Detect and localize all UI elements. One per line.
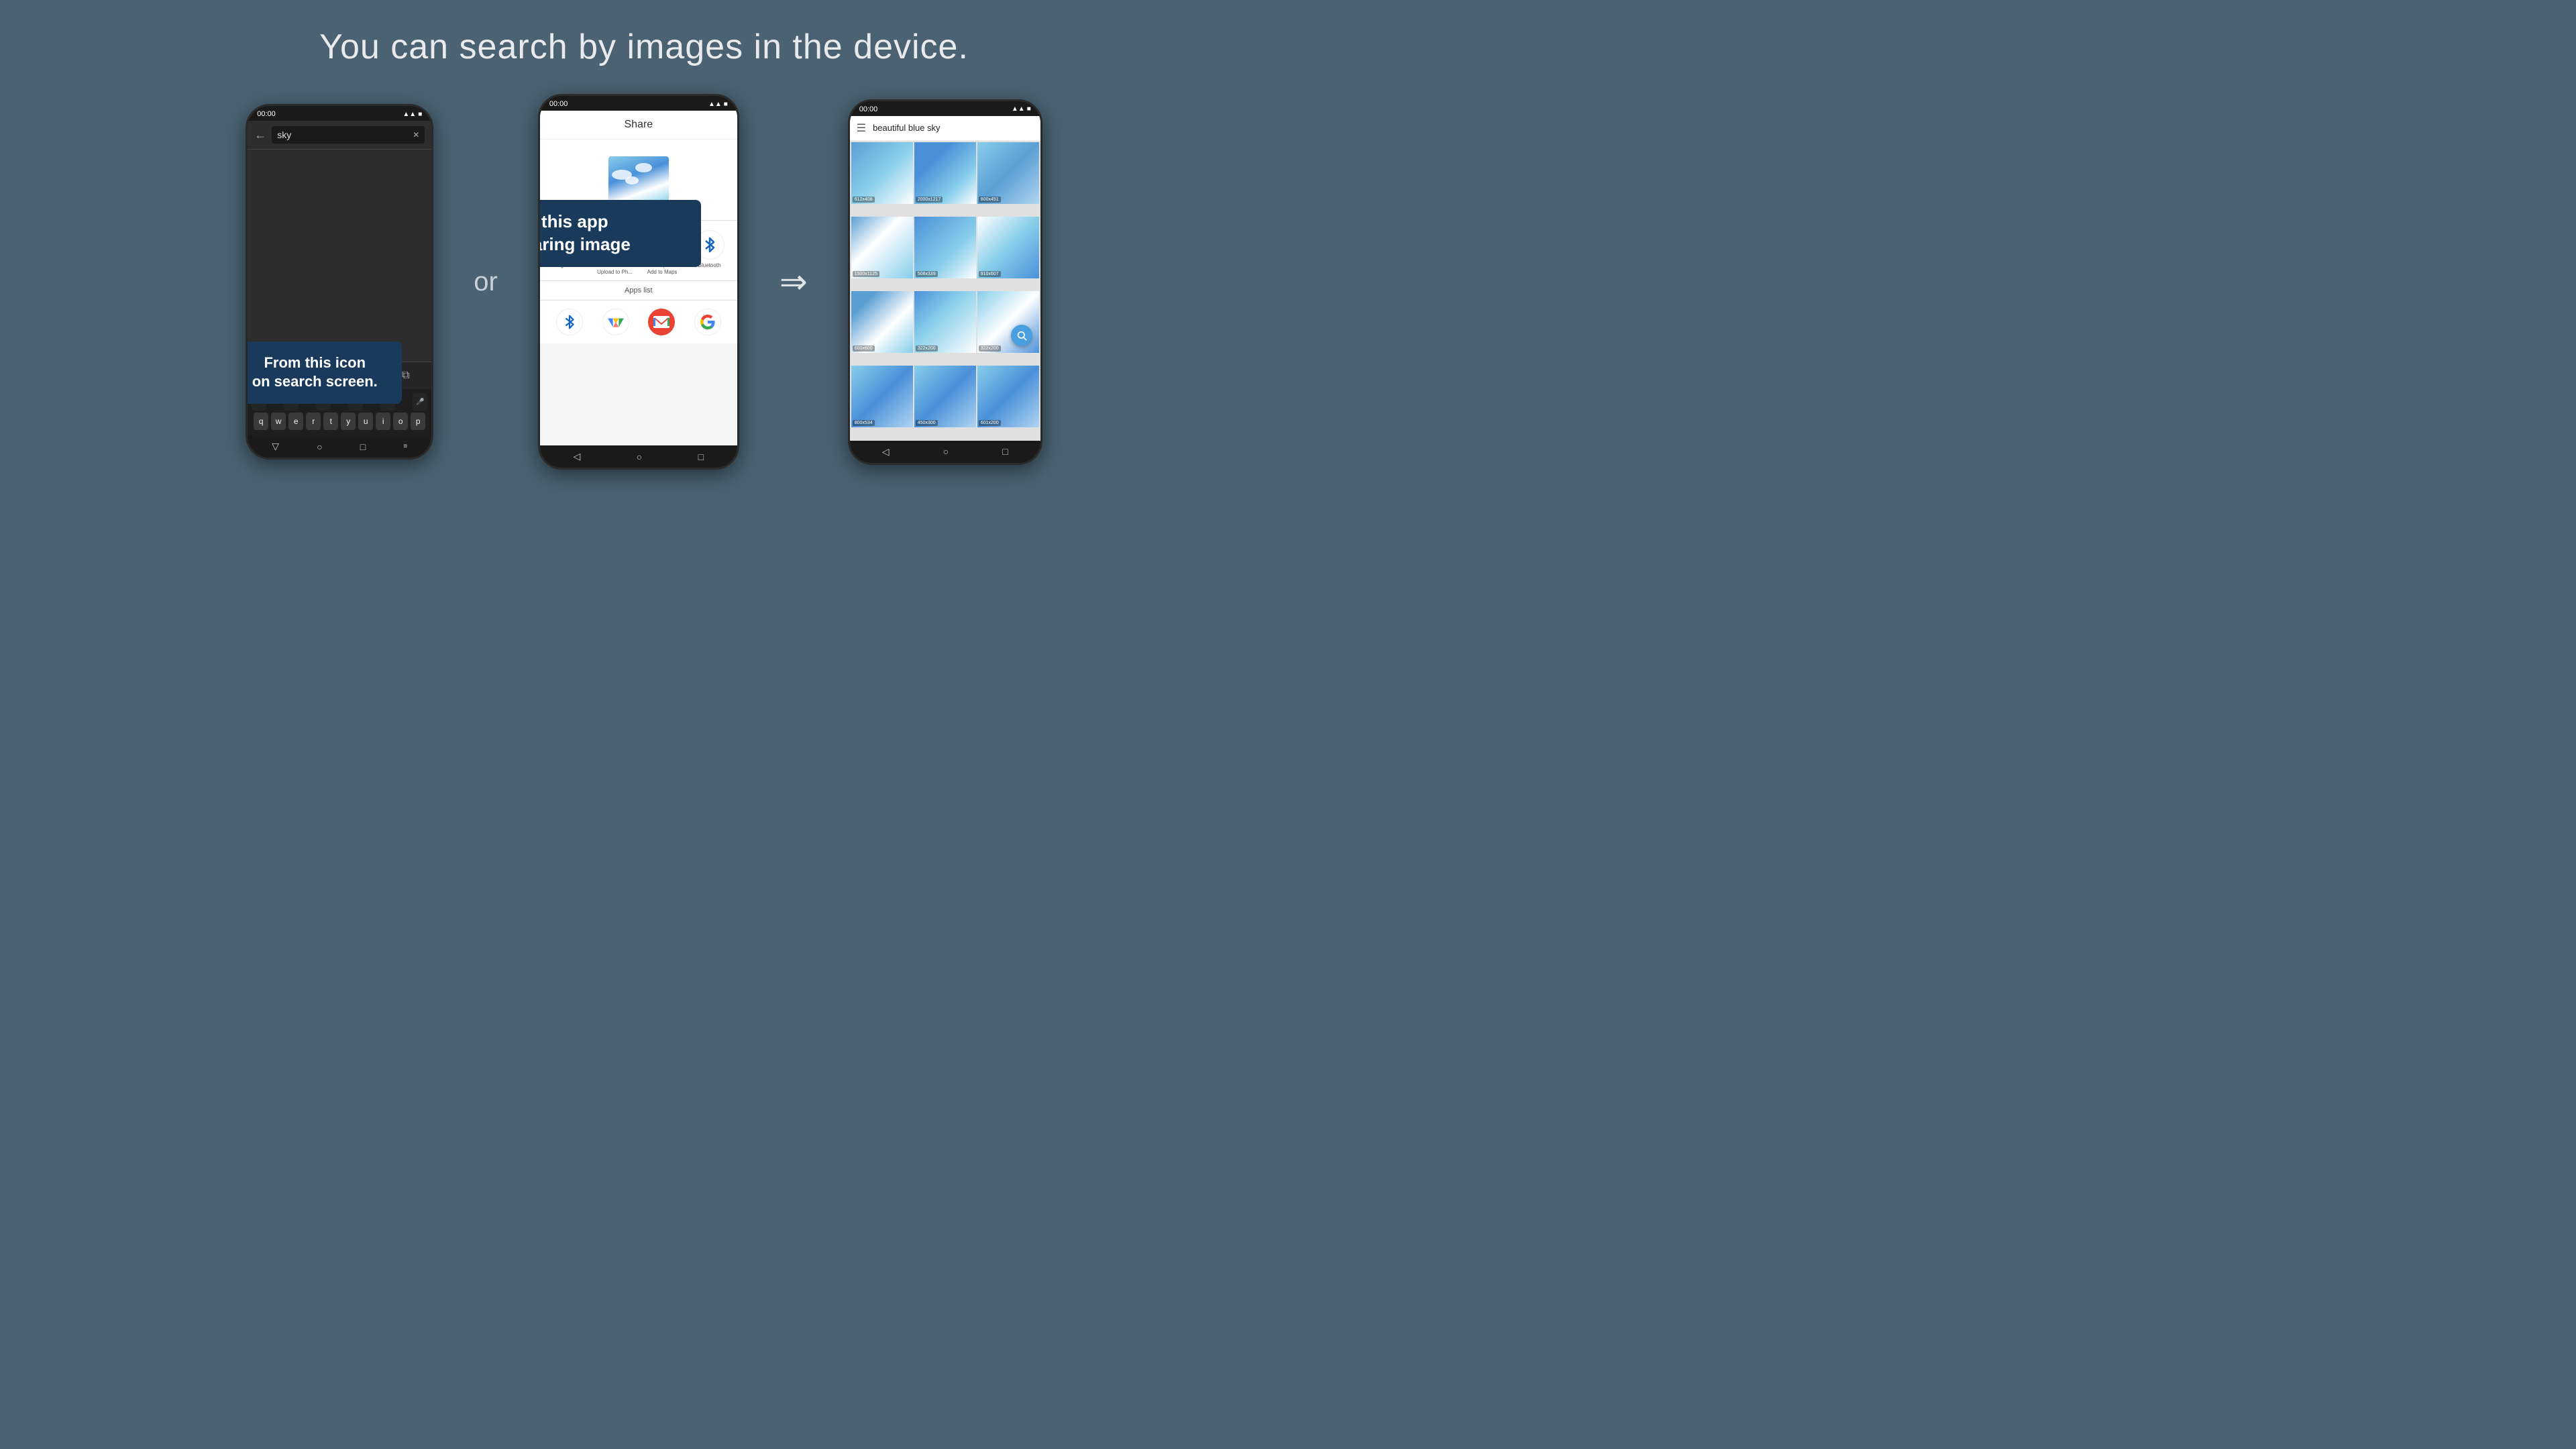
results-grid: 612x408 2000x1217 800x451 1500x1125 508x… (850, 141, 1040, 441)
more-app-bluetooth[interactable] (556, 309, 583, 335)
search-content-area (248, 150, 431, 362)
result-8[interactable]: 322x200 (914, 291, 976, 353)
nav-recents[interactable]: □ (360, 441, 366, 452)
result-6[interactable]: 910x607 (977, 217, 1039, 278)
phone2-status-bar: 00:00 ▲▲ ■ (540, 96, 737, 111)
back-button[interactable]: ← (254, 128, 266, 142)
bluetooth-label: Bluetooth (698, 262, 721, 268)
phone2-tooltip: Select this app when sharing image (538, 200, 701, 267)
key-r[interactable]: r (306, 413, 321, 430)
phone1-status-icons: ▲▲ ■ (402, 111, 422, 118)
phone2-status-icons: ▲▲ ■ (708, 101, 728, 108)
key-q[interactable]: q (254, 413, 268, 430)
result-4[interactable]: 1500x1125 (851, 217, 913, 278)
search-fab[interactable] (1011, 325, 1032, 346)
result-1[interactable]: 612x408 (851, 142, 913, 204)
share-header: Share (540, 111, 737, 140)
sky-image (608, 156, 669, 203)
more-app-google[interactable] (694, 309, 721, 335)
phone3-time: 00:00 (859, 105, 878, 113)
search-text: sky (277, 129, 291, 140)
key-y[interactable]: y (341, 413, 356, 430)
cloud-3 (635, 163, 652, 172)
results-toolbar: ☰ beautiful blue sky (850, 116, 1040, 141)
key-o[interactable]: o (393, 413, 408, 430)
phone1-signal: ▲▲ (402, 111, 416, 118)
nav3-home[interactable]: ○ (943, 446, 949, 457)
nav-home[interactable]: ○ (317, 441, 322, 452)
phone3-battery: ■ (1027, 105, 1031, 113)
size-1: 612x408 (853, 197, 875, 203)
phone3-status-icons: ▲▲ ■ (1012, 105, 1031, 113)
phone-1: 00:00 ▲▲ ■ ← sky ✕ 🎤 ↗ (246, 104, 433, 460)
phone3-signal: ▲▲ (1012, 105, 1025, 113)
phone-3: 00:00 ▲▲ ■ ☰ beautiful blue sky 612x408 … (848, 99, 1042, 465)
phone1-battery: ■ (418, 111, 422, 118)
clear-icon[interactable]: ✕ (413, 130, 419, 140)
nav-back[interactable]: ▽ (272, 441, 279, 452)
key-t[interactable]: t (323, 413, 338, 430)
phone2-screen: Share (540, 111, 737, 445)
phone1-nav-bar: ▽ ○ □ ≡ (248, 435, 431, 458)
nav-menu[interactable]: ≡ (403, 443, 407, 450)
result-7[interactable]: 600x600 (851, 291, 913, 353)
phone2-battery: ■ (724, 101, 728, 108)
key-w[interactable]: w (271, 413, 286, 430)
search-query[interactable]: beautiful blue sky (873, 123, 1034, 133)
key-e[interactable]: e (288, 413, 303, 430)
key-i[interactable]: i (376, 413, 390, 430)
size-10: 800x534 (853, 420, 875, 426)
more-app-drive[interactable] (602, 309, 629, 335)
apps-list-label[interactable]: Apps list (540, 281, 737, 300)
size-9: 322x200 (979, 345, 1001, 352)
phone3-status-bar: 00:00 ▲▲ ■ (850, 101, 1040, 116)
result-10[interactable]: 800x534 (851, 366, 913, 427)
phone1-status-bar: 00:00 ▲▲ ■ (248, 106, 431, 121)
nav2-home[interactable]: ○ (637, 451, 642, 462)
phone1-time: 00:00 (257, 110, 276, 118)
key-mic2[interactable]: 🎤 (413, 393, 427, 411)
keyboard-row-1: q w e r t y u i o p (250, 413, 429, 430)
phone3-screen: ☰ beautiful blue sky 612x408 2000x1217 8… (850, 116, 1040, 441)
size-12: 601x200 (979, 420, 1001, 426)
nav2-back[interactable]: ◁ (574, 451, 581, 462)
more-app-gmail[interactable] (648, 309, 675, 335)
size-7: 600x600 (853, 345, 875, 352)
result-12[interactable]: 601x200 (977, 366, 1039, 427)
arrow-connector: ⇒ (766, 262, 821, 301)
size-4: 1500x1125 (853, 271, 879, 277)
phone-2: 00:00 ▲▲ ■ Share (538, 94, 739, 470)
or-connector: or (460, 267, 511, 297)
size-5: 508x339 (916, 271, 938, 277)
share-more-apps-row (540, 301, 737, 343)
phone2-time: 00:00 (549, 100, 568, 108)
result-11[interactable]: 450x300 (914, 366, 976, 427)
result-5[interactable]: 508x339 (914, 217, 976, 278)
search-input-field[interactable]: sky ✕ (272, 126, 425, 144)
nav3-recents[interactable]: □ (1002, 446, 1008, 457)
key-p[interactable]: p (411, 413, 425, 430)
nav3-back[interactable]: ◁ (882, 446, 890, 458)
phone3-nav-bar: ◁ ○ □ (850, 441, 1040, 463)
copy-icon[interactable]: ⧉ (402, 370, 409, 382)
page-title: You can search by images in the device. (319, 27, 969, 67)
size-11: 450x300 (916, 420, 938, 426)
cloud-2 (625, 176, 639, 184)
phones-container: 00:00 ▲▲ ■ ← sky ✕ 🎤 ↗ (0, 94, 1288, 470)
size-8: 322x200 (916, 345, 938, 352)
phone2-signal: ▲▲ (708, 101, 722, 108)
size-2: 2000x1217 (916, 197, 943, 203)
size-3: 800x451 (979, 197, 1001, 203)
key-u[interactable]: u (358, 413, 373, 430)
nav2-recents[interactable]: □ (698, 451, 704, 462)
phone2-nav-bar: ◁ ○ □ (540, 445, 737, 468)
size-6: 910x607 (979, 271, 1001, 277)
result-9[interactable]: 322x200 (977, 291, 1039, 353)
result-2[interactable]: 2000x1217 (914, 142, 976, 204)
search-bar-row: ← sky ✕ (248, 121, 431, 150)
result-3[interactable]: 800x451 (977, 142, 1039, 204)
menu-icon[interactable]: ☰ (857, 121, 866, 135)
phone1-tooltip: From this icon on search screen. (246, 341, 402, 404)
